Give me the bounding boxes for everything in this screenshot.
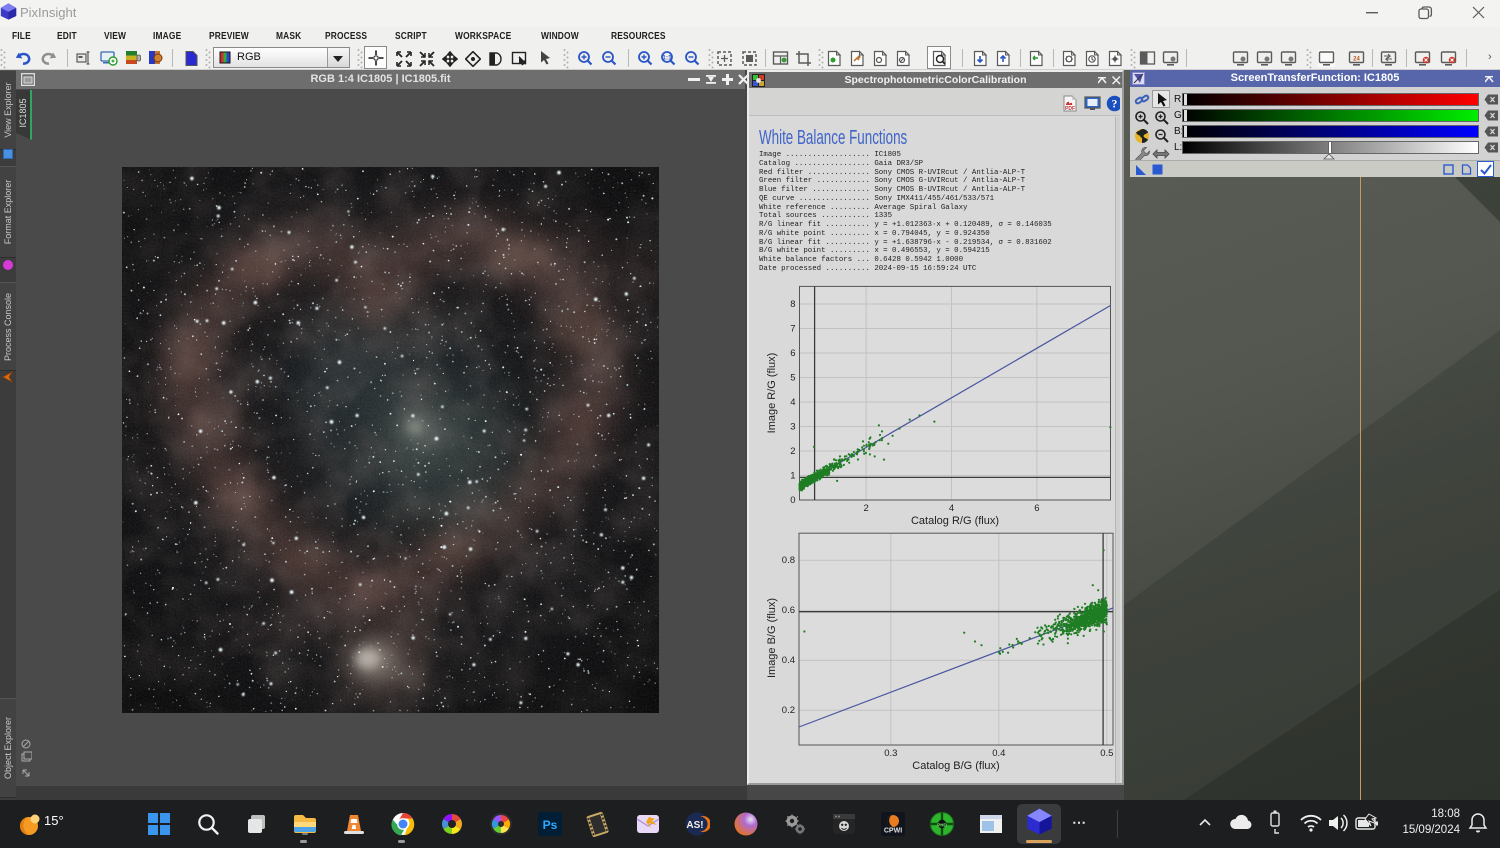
svg-text:0.4: 0.4 — [782, 655, 795, 666]
svg-text:8: 8 — [790, 299, 795, 310]
svg-text:AS!: AS! — [686, 820, 703, 831]
svg-text:0.4: 0.4 — [992, 748, 1005, 759]
svg-text:4: 4 — [790, 397, 795, 408]
svg-text:2: 2 — [863, 503, 868, 514]
svg-text:PHD: PHD — [937, 823, 947, 828]
svg-text:Image B/G (flux): Image B/G (flux) — [766, 598, 778, 678]
svg-text:1:1: 1:1 — [662, 55, 672, 62]
svg-text:0.8: 0.8 — [782, 555, 795, 566]
svg-text:Catalog R/G (flux): Catalog R/G (flux) — [911, 515, 999, 527]
svg-text:0.2: 0.2 — [782, 705, 795, 716]
svg-text:Catalog B/G (flux): Catalog B/G (flux) — [912, 760, 999, 772]
svg-text:6: 6 — [790, 348, 795, 359]
svg-text:Image R/G (flux): Image R/G (flux) — [766, 353, 778, 434]
svg-text:?: ? — [1112, 99, 1118, 111]
svg-text:5: 5 — [790, 373, 795, 384]
svg-text:CPWI: CPWI — [884, 828, 902, 835]
svg-text:0.6: 0.6 — [782, 605, 795, 616]
svg-text:6: 6 — [1034, 503, 1039, 514]
svg-text:7: 7 — [790, 324, 795, 335]
svg-text:Ps: Ps — [543, 818, 558, 832]
svg-text:4: 4 — [949, 503, 954, 514]
svg-text:1: 1 — [790, 471, 795, 482]
svg-text:PDF: PDF — [1065, 106, 1075, 112]
svg-text:0.5: 0.5 — [1100, 748, 1113, 759]
svg-text:0: 0 — [790, 495, 795, 506]
svg-text:0.3: 0.3 — [884, 748, 897, 759]
svg-text:3: 3 — [790, 422, 795, 433]
svg-text:24: 24 — [1353, 57, 1360, 63]
svg-text:2: 2 — [790, 446, 795, 457]
